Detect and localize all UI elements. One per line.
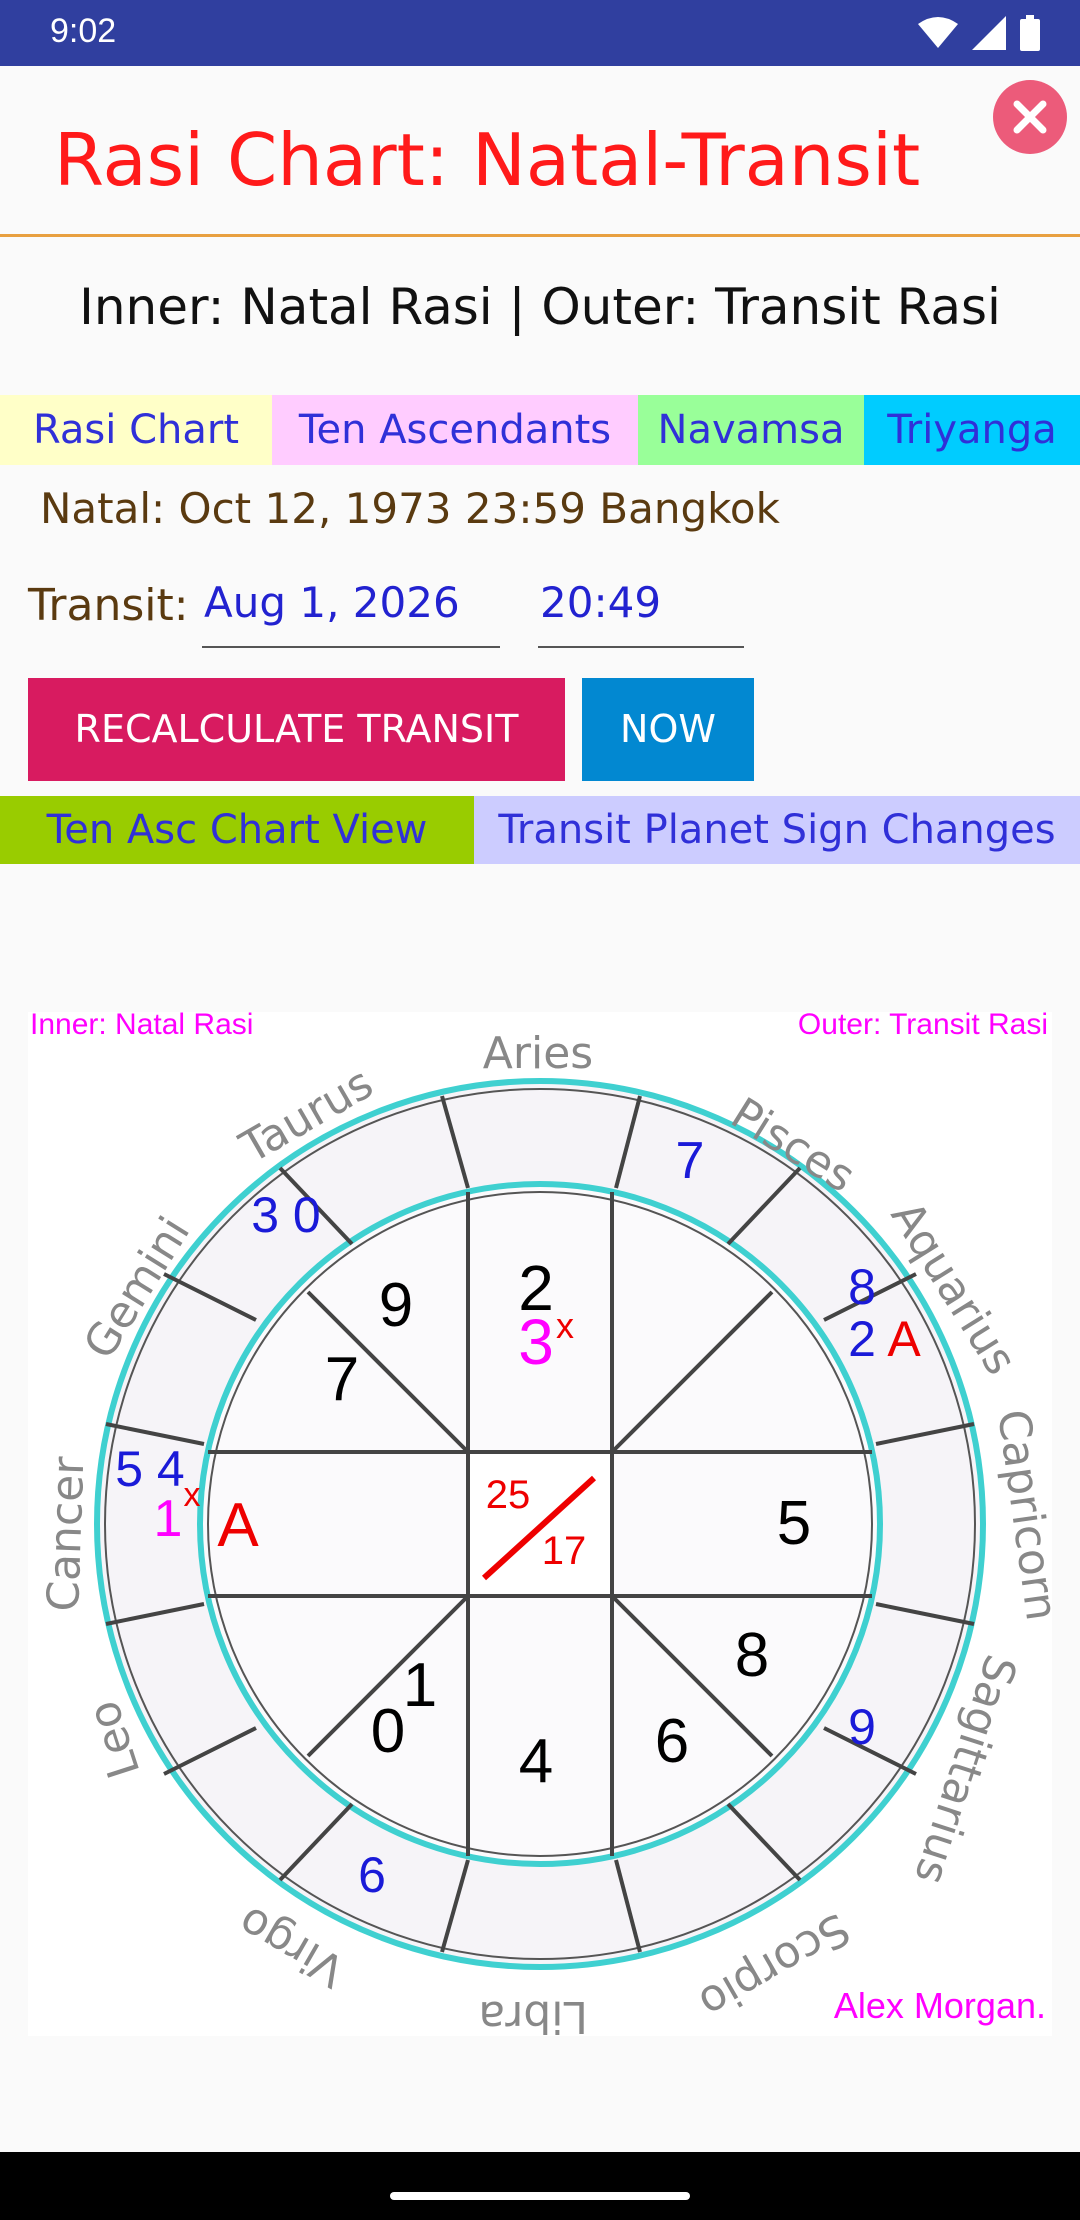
- center-bottom-number: 17: [542, 1529, 587, 1573]
- natal-info: Natal: Oct 12, 1973 23:59 Bangkok: [40, 484, 780, 533]
- chart-subtitle: Inner: Natal Rasi | Outer: Transit Rasi: [79, 278, 1001, 336]
- outer-caption: Outer: Transit Rasi: [798, 1012, 1048, 1041]
- transit-label: x: [184, 1476, 201, 1514]
- chart-type-tabs: Rasi Chart Ten Ascendants Navamsa Triyan…: [0, 395, 1080, 465]
- tab-navamsa[interactable]: Navamsa: [638, 395, 864, 465]
- tab-triyanga[interactable]: Triyanga: [864, 395, 1080, 465]
- center-top-number: 25: [486, 1473, 531, 1517]
- natal-label: 0: [371, 1697, 405, 1766]
- signal-icon: [972, 16, 1006, 50]
- inner-caption: Inner: Natal Rasi: [30, 1012, 253, 1041]
- close-icon: [1013, 100, 1047, 134]
- tab-transit-planet-sign-changes[interactable]: Transit Planet Sign Changes: [474, 796, 1080, 864]
- chart-view-tabs: Ten Asc Chart View Transit Planet Sign C…: [0, 796, 1080, 864]
- transit-label: 1: [154, 1490, 183, 1548]
- transit-date-field[interactable]: Aug 1, 2026: [202, 578, 500, 648]
- natal-label: 9: [379, 1271, 413, 1340]
- signature: Alex Morgan.: [834, 1985, 1046, 2026]
- natal-label: x: [556, 1305, 574, 1346]
- natal-label: 7: [325, 1345, 359, 1414]
- status-bar: 9:02: [0, 0, 1080, 66]
- sign-aries: Aries: [483, 1028, 593, 1079]
- transit-label: 3 0: [251, 1187, 321, 1243]
- now-button[interactable]: NOW: [582, 678, 754, 781]
- sign-libra: Libra: [478, 1991, 588, 2036]
- transit-label: Transit:: [28, 580, 189, 631]
- transit-label: 8: [848, 1259, 876, 1315]
- tab-rasi-chart[interactable]: Rasi Chart: [0, 395, 272, 465]
- navigation-bar: [0, 2152, 1080, 2220]
- recalculate-transit-button[interactable]: RECALCULATE TRANSIT: [28, 678, 565, 781]
- transit-time-field[interactable]: 20:49: [538, 578, 744, 648]
- natal-label: A: [217, 1491, 259, 1560]
- natal-label: 8: [735, 1621, 769, 1690]
- natal-label: 5: [777, 1489, 811, 1558]
- page-title: Rasi Chart: Natal-Transit: [54, 118, 921, 202]
- natal-label: 1: [403, 1651, 437, 1720]
- wifi-icon: [918, 17, 958, 48]
- tab-ten-asc-chart-view[interactable]: Ten Asc Chart View: [0, 796, 474, 864]
- battery-icon: [1020, 15, 1040, 51]
- transit-label: 9: [848, 1699, 876, 1755]
- transit-label: 5 4: [115, 1441, 185, 1497]
- natal-label: 3: [518, 1306, 554, 1378]
- tab-ten-ascendants[interactable]: Ten Ascendants: [272, 395, 638, 465]
- rasi-chart-svg: Inner: Natal Rasi Outer: Transit Rasi Al…: [30, 1012, 1052, 2036]
- status-icons: [918, 14, 1040, 52]
- natal-label: 4: [519, 1727, 553, 1796]
- status-time: 9:02: [50, 12, 117, 50]
- transit-label: 2: [848, 1311, 876, 1367]
- sign-cancer: Cancer: [38, 1455, 94, 1613]
- natal-label: 6: [655, 1707, 689, 1776]
- transit-label: 7: [676, 1132, 705, 1190]
- transit-label: 6: [358, 1847, 386, 1903]
- close-button[interactable]: [993, 80, 1067, 154]
- title-divider: [0, 234, 1080, 237]
- rasi-chart: Inner: Natal Rasi Outer: Transit Rasi Al…: [28, 1012, 1052, 2036]
- transit-label: A: [887, 1311, 921, 1367]
- home-handle[interactable]: [390, 2192, 690, 2200]
- sign-capricorn: Capricorn: [987, 1406, 1052, 1623]
